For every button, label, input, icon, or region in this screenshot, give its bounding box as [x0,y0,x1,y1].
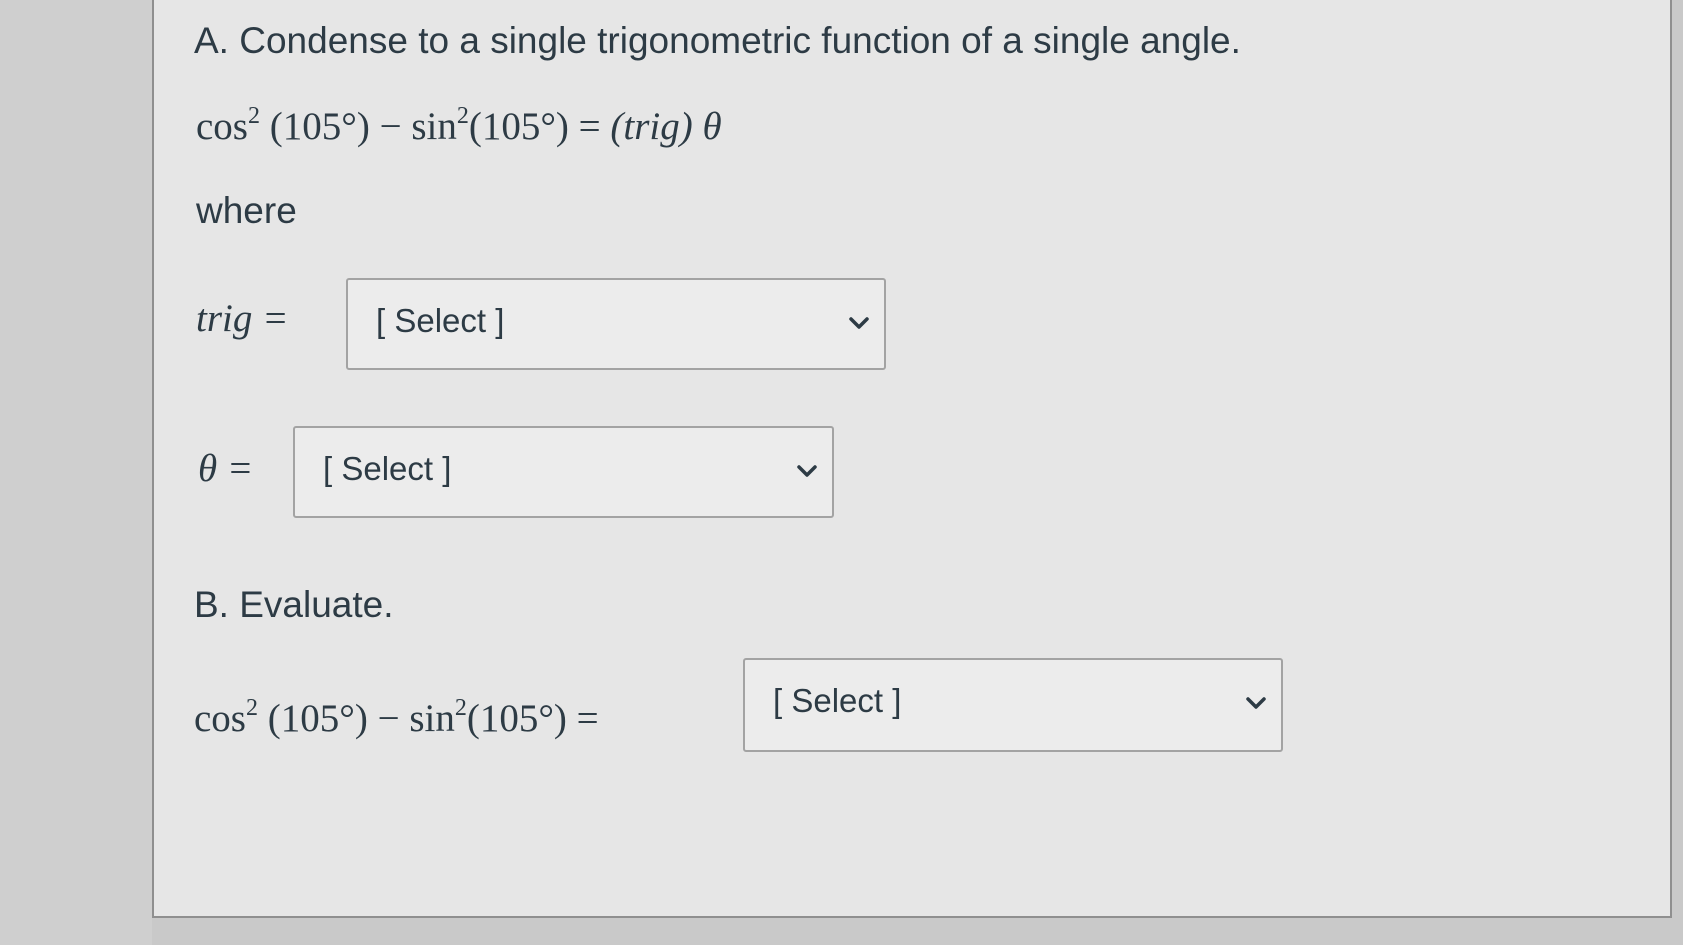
chevron-down-icon [797,465,817,477]
cos-exponent: 2 [246,695,258,721]
evaluate-select[interactable]: [ Select ] [743,658,1283,752]
trig-select[interactable]: [ Select ] [346,278,886,370]
part-b-heading: B. Evaluate. [194,584,394,625]
minus-sign: − [377,697,400,740]
trig-select-value: [ Select ] [376,302,505,339]
sin-exponent: 2 [456,103,469,129]
part-a-equation: cos2 (105°) − sin2(105°) = (trig) θ [196,104,722,149]
cos-angle: (105°) [269,105,370,148]
rhs-theta: θ [702,105,722,148]
trig-label: trig = [196,296,288,341]
sin-angle: (105°) [466,697,567,740]
chevron-down-icon [1246,697,1266,709]
where-label: where [196,190,297,231]
cos-fn: cos [196,105,248,148]
theta-select[interactable]: [ Select ] [293,426,834,518]
theta-label-text: θ = [198,447,254,490]
trig-label-text: trig = [196,297,289,340]
theta-label: θ = [198,446,253,491]
cos-angle: (105°) [267,697,368,740]
minus-sign: − [379,105,402,148]
equals-sign: = [578,105,601,148]
part-b-equation: cos2 (105°) − sin2(105°) = [194,696,599,741]
part-a-heading: A. Condense to a single trigonometric fu… [194,20,1241,61]
cos-exponent: 2 [248,103,260,129]
question-card: A. Condense to a single trigonometric fu… [152,0,1672,918]
sin-angle: (105°) [468,105,569,148]
equals-sign: = [576,697,599,740]
sin-fn: sin [409,697,455,740]
sin-fn: sin [411,105,457,148]
rhs-trig: (trig) [610,105,693,148]
cos-fn: cos [194,697,246,740]
sin-exponent: 2 [454,695,467,721]
chevron-down-icon [849,317,869,329]
theta-select-value: [ Select ] [323,450,452,487]
left-gutter [0,0,152,945]
evaluate-select-value: [ Select ] [773,682,902,719]
